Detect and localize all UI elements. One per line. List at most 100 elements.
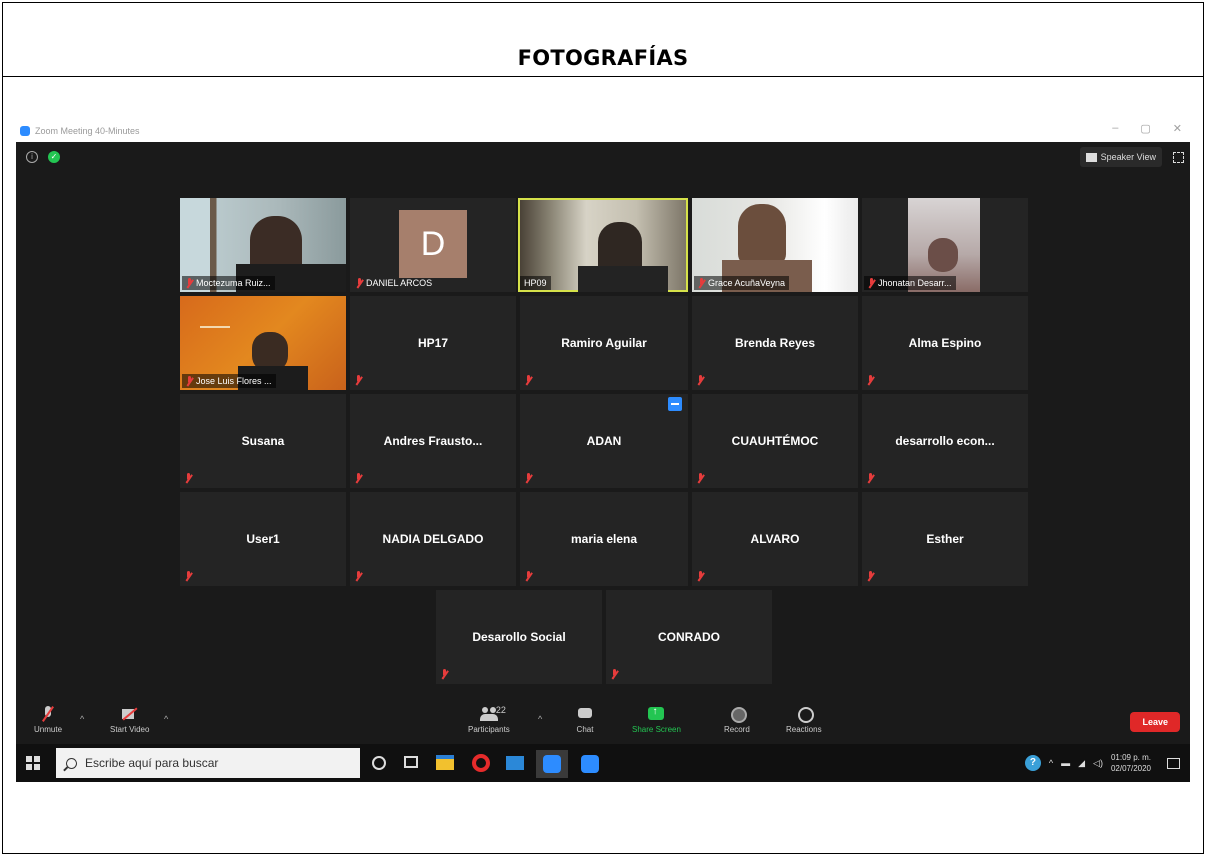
task-view-icon[interactable] xyxy=(404,756,418,768)
participant-tile[interactable]: ALVARO xyxy=(692,492,858,586)
participant-tile[interactable]: CUAUHTÉMOC xyxy=(692,394,858,488)
avatar: D xyxy=(399,210,467,278)
participant-tile[interactable]: Ramiro Aguilar xyxy=(520,296,688,390)
help-icon[interactable]: ? xyxy=(1024,755,1041,771)
record-icon xyxy=(728,706,747,723)
taskbar-search-input[interactable]: Escribe aquí para buscar xyxy=(56,748,360,778)
participant-tile[interactable]: maria elena xyxy=(520,492,688,586)
file-explorer-icon[interactable] xyxy=(436,755,454,770)
video-off-icon xyxy=(121,706,139,722)
muted-mic-icon xyxy=(866,375,875,386)
participant-tile[interactable]: Moctezuma Ruiz... xyxy=(180,198,346,292)
lamp-shape xyxy=(200,326,230,328)
muted-mic-icon xyxy=(696,473,705,484)
windows-start-icon[interactable] xyxy=(26,756,40,770)
muted-mic-icon xyxy=(354,571,363,582)
windows-taskbar: Escribe aquí para buscar ? ^ ▬ ◢ ◁) 01:0… xyxy=(16,744,1190,782)
participant-tile[interactable]: Jhonatan Desarr... xyxy=(862,198,1028,292)
participant-tile[interactable]: NADIA DELGADO xyxy=(350,492,516,586)
speaker-view-button[interactable]: Speaker View xyxy=(1079,147,1162,167)
participant-name: User1 xyxy=(246,532,280,546)
participant-tile[interactable]: User1 xyxy=(180,492,346,586)
record-button[interactable]: Record xyxy=(724,706,750,734)
chat-button[interactable]: Chat xyxy=(576,706,594,734)
muted-mic-icon xyxy=(440,669,449,680)
system-tray: ? ^ ▬ ◢ ◁) 01:09 p. m. 02/07/2020 xyxy=(1024,744,1190,782)
volume-icon[interactable]: ◁) xyxy=(1093,758,1103,769)
participant-tile-active[interactable]: HP09 xyxy=(518,198,688,292)
participant-tile[interactable]: ADAN xyxy=(520,394,688,488)
participant-tile[interactable]: HP17 xyxy=(350,296,516,390)
muted-mic-icon xyxy=(610,669,619,680)
participant-tile[interactable]: D DANIEL ARCOS xyxy=(350,198,516,292)
reactions-button[interactable]: Reactions xyxy=(786,706,822,734)
participants-icon: 22 xyxy=(479,705,506,722)
muted-mic-icon xyxy=(524,375,533,386)
muted-mic-icon xyxy=(866,473,875,484)
participant-name: Esther xyxy=(926,532,964,546)
participant-tile[interactable]: CONRADO xyxy=(606,590,772,684)
mail-icon[interactable] xyxy=(506,756,524,770)
person-silhouette xyxy=(738,204,786,266)
battery-icon[interactable]: ▬ xyxy=(1061,758,1070,768)
taskbar-clock[interactable]: 01:09 p. m. 02/07/2020 xyxy=(1111,752,1151,774)
muted-mic-icon xyxy=(524,473,533,484)
participant-tile[interactable]: Desarollo Social xyxy=(436,590,602,684)
window-titlebar: Zoom Meeting 40-Minutes – ▢ ✕ xyxy=(16,120,1190,142)
participant-tile[interactable]: desarrollo econ... xyxy=(862,394,1028,488)
muted-mic-icon xyxy=(354,473,363,484)
participant-tile[interactable]: Alma Espino xyxy=(862,296,1028,390)
start-video-button[interactable]: Start Video xyxy=(110,706,149,734)
info-icon[interactable]: i xyxy=(26,151,38,163)
participant-tile[interactable]: Susana xyxy=(180,394,346,488)
opera-browser-icon[interactable] xyxy=(472,754,490,772)
minimize-button[interactable]: – xyxy=(1112,122,1118,135)
notification-center-icon[interactable] xyxy=(1167,757,1180,769)
window-title: Zoom Meeting 40-Minutes xyxy=(35,126,140,136)
participant-name-label: Moctezuma Ruiz... xyxy=(182,276,275,290)
participants-options-caret[interactable]: ^ xyxy=(538,714,542,724)
search-icon xyxy=(66,757,77,769)
maximize-button[interactable]: ▢ xyxy=(1140,122,1150,135)
participant-tile[interactable]: Andres Frausto... xyxy=(350,394,516,488)
participants-button[interactable]: 22 Participants xyxy=(468,705,510,734)
muted-mic-icon xyxy=(866,571,875,582)
zoom-meetings-taskbar-icon[interactable] xyxy=(574,750,606,778)
heading-row: FOTOGRAFÍAS xyxy=(3,3,1203,77)
audio-options-caret[interactable]: ^ xyxy=(80,714,84,724)
participant-tile[interactable]: Grace AcuñaVeyna xyxy=(692,198,858,292)
close-button[interactable]: ✕ xyxy=(1173,122,1182,135)
page-title: FOTOGRAFÍAS xyxy=(517,46,689,70)
participant-tile[interactable]: Brenda Reyes xyxy=(692,296,858,390)
participant-name: Ramiro Aguilar xyxy=(561,336,647,350)
share-screen-button[interactable]: Share Screen xyxy=(632,706,681,734)
unmute-button[interactable]: Unmute xyxy=(34,706,62,734)
leave-button[interactable]: Leave xyxy=(1130,712,1180,732)
video-options-caret[interactable]: ^ xyxy=(164,714,168,724)
participant-tile[interactable]: Esther xyxy=(862,492,1028,586)
muted-mic-icon xyxy=(696,571,705,582)
meeting-toolbar: Unmute ^ Start Video ^ 22 Participants ^… xyxy=(16,700,1190,744)
chevron-up-icon[interactable]: ^ xyxy=(1049,758,1053,768)
participant-name: CUAUHTÉMOC xyxy=(731,434,819,448)
cortana-icon[interactable] xyxy=(372,756,386,770)
participant-name-label: Grace AcuñaVeyna xyxy=(694,276,790,290)
share-screen-icon xyxy=(647,706,665,722)
zoom-taskbar-icon-active[interactable] xyxy=(536,750,568,778)
muted-mic-icon xyxy=(867,278,876,289)
zoom-window: Zoom Meeting 40-Minutes – ▢ ✕ i ✓ Speake… xyxy=(16,120,1190,782)
chat-notification-icon[interactable] xyxy=(668,397,682,411)
zoom-logo-icon xyxy=(20,126,30,136)
participant-name: Alma Espino xyxy=(908,336,982,350)
network-icon[interactable]: ◢ xyxy=(1078,758,1085,769)
shield-icon[interactable]: ✓ xyxy=(48,151,60,163)
participant-name-label: HP09 xyxy=(520,276,551,290)
participant-name-label: Jhonatan Desarr... xyxy=(864,276,956,290)
fullscreen-icon[interactable] xyxy=(1173,152,1184,163)
participant-name: desarrollo econ... xyxy=(895,434,995,448)
muted-microphone-icon xyxy=(39,706,57,722)
participant-tile[interactable]: Jose Luis Flores ... xyxy=(180,296,346,390)
reactions-icon xyxy=(795,706,814,723)
muted-mic-icon xyxy=(696,375,705,386)
muted-mic-icon xyxy=(524,571,533,582)
